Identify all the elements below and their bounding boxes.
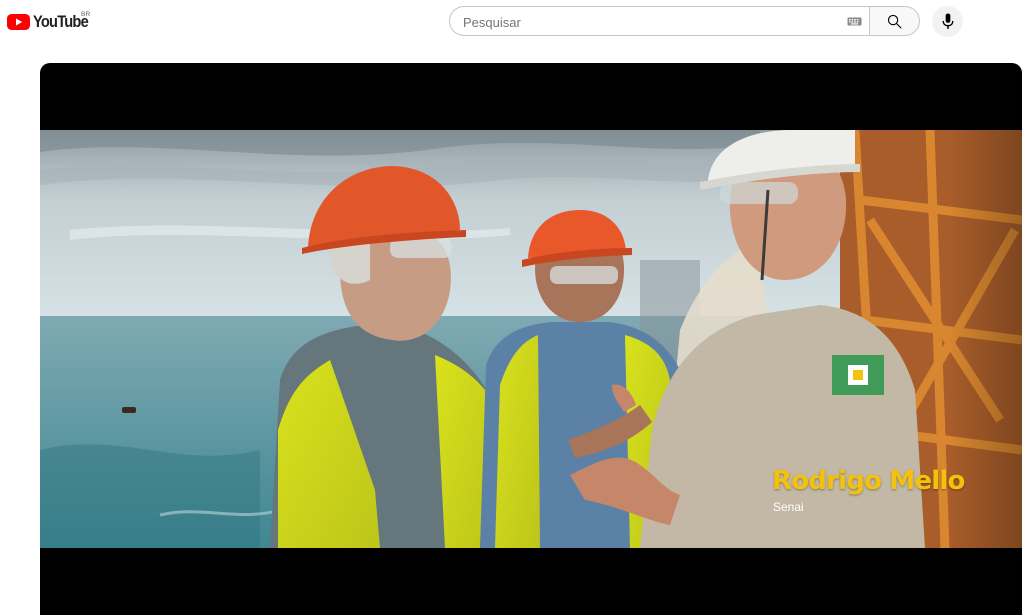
country-code: BR — [81, 11, 91, 18]
search-icon — [887, 14, 902, 28]
voice-search-button[interactable] — [932, 6, 963, 37]
youtube-play-icon — [7, 14, 30, 30]
keyboard-icon[interactable] — [847, 17, 862, 26]
search-input[interactable] — [461, 7, 835, 37]
video-player[interactable]: Rodrigo Mello Senai — [40, 63, 1022, 615]
masthead: YouTube BR — [0, 0, 1024, 56]
speaker-name: Rodrigo Mello — [772, 466, 965, 496]
search-box[interactable] — [449, 6, 869, 37]
microphone-icon — [942, 13, 953, 30]
logo-wordmark: YouTube — [33, 12, 89, 31]
name-caption: Rodrigo Mello Senai — [772, 466, 965, 514]
search-button[interactable] — [869, 6, 920, 36]
speaker-organization: Senai — [773, 500, 804, 514]
